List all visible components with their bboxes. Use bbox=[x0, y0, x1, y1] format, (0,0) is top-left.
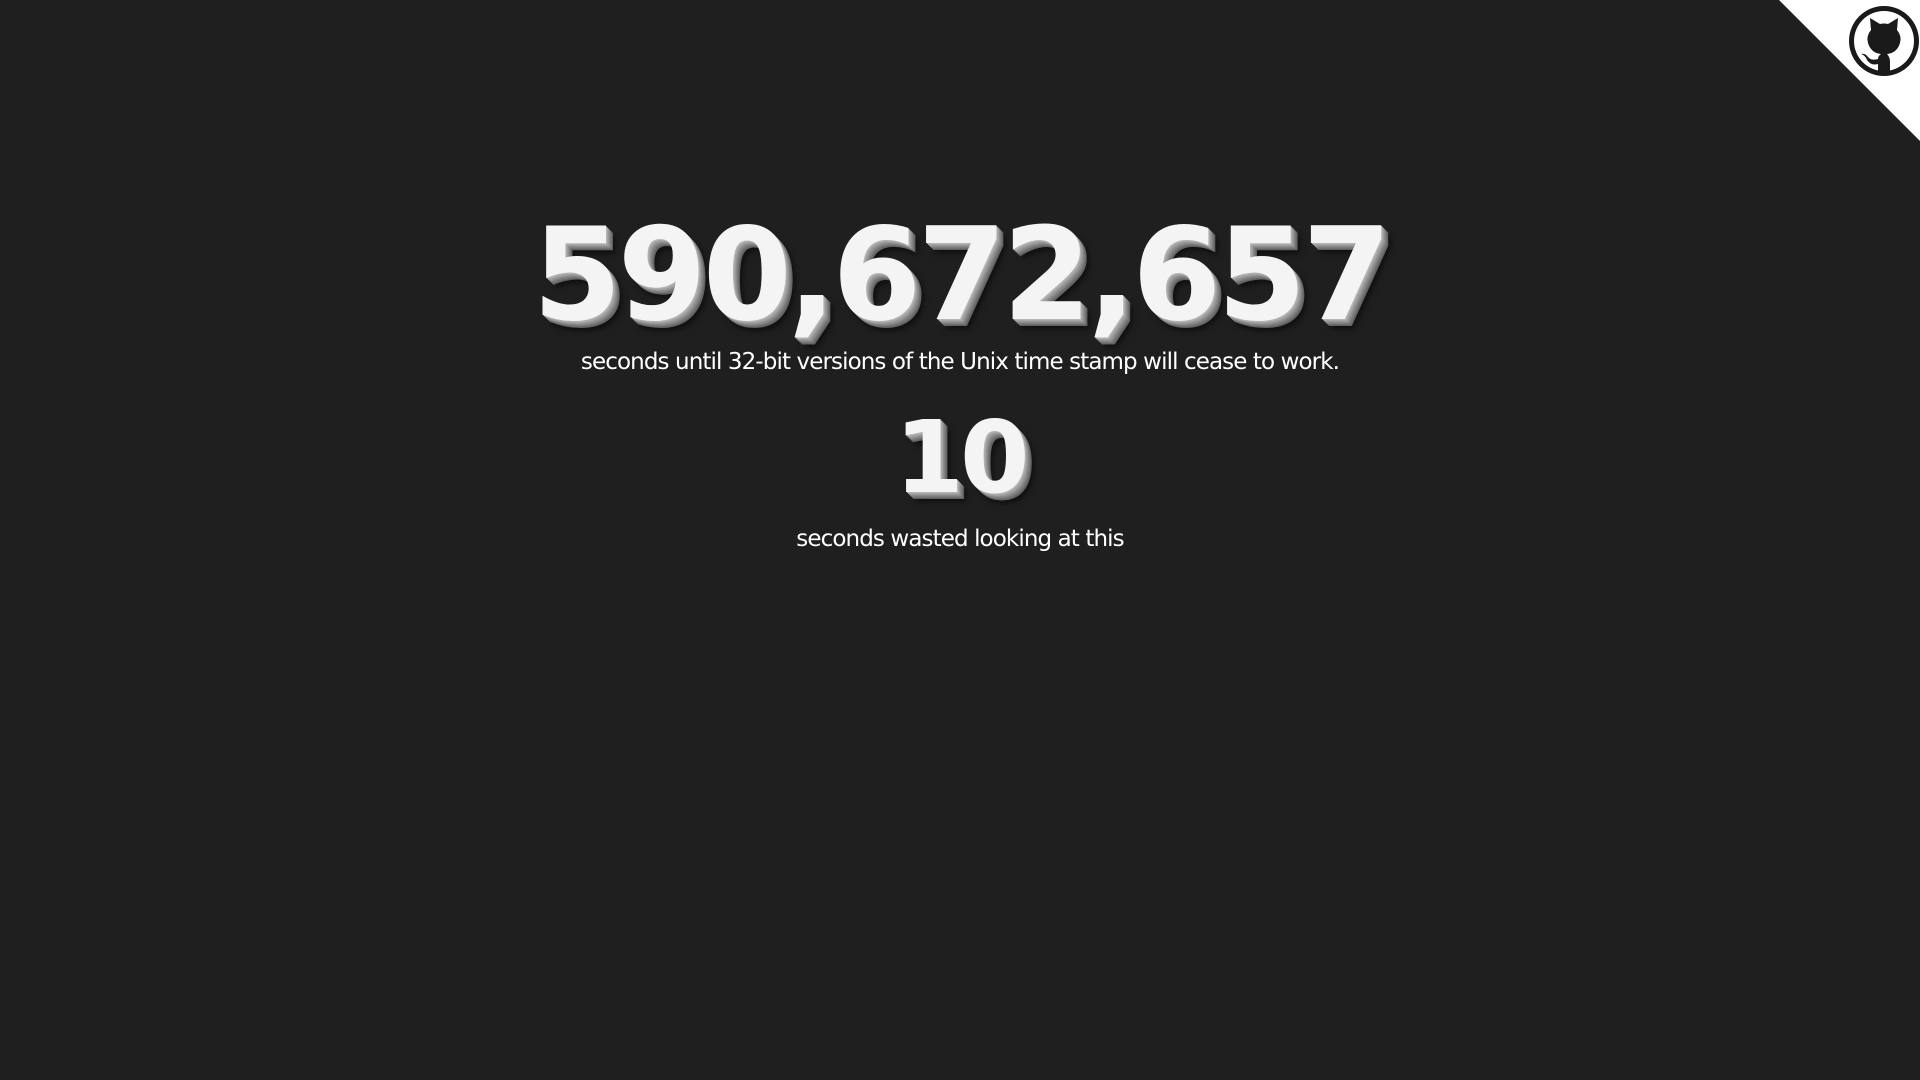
github-octocat-icon bbox=[1849, 6, 1919, 76]
unix-countdown-value: 590,672,657 bbox=[532, 201, 1392, 350]
wasted-counter-block: 10 seconds wasted looking at this bbox=[0, 408, 1920, 551]
page: 590,672,657 seconds until 32-bit version… bbox=[0, 0, 1920, 1080]
unix-countdown-caption: seconds until 32-bit versions of the Uni… bbox=[580, 349, 1340, 375]
github-corner-banner bbox=[1779, 0, 1920, 141]
wasted-counter-caption: seconds wasted looking at this bbox=[796, 526, 1124, 552]
unix-countdown-block: 590,672,657 seconds until 32-bit version… bbox=[0, 212, 1920, 374]
github-corner-link[interactable] bbox=[1779, 0, 1920, 141]
wasted-counter-value: 10 bbox=[894, 399, 1029, 516]
